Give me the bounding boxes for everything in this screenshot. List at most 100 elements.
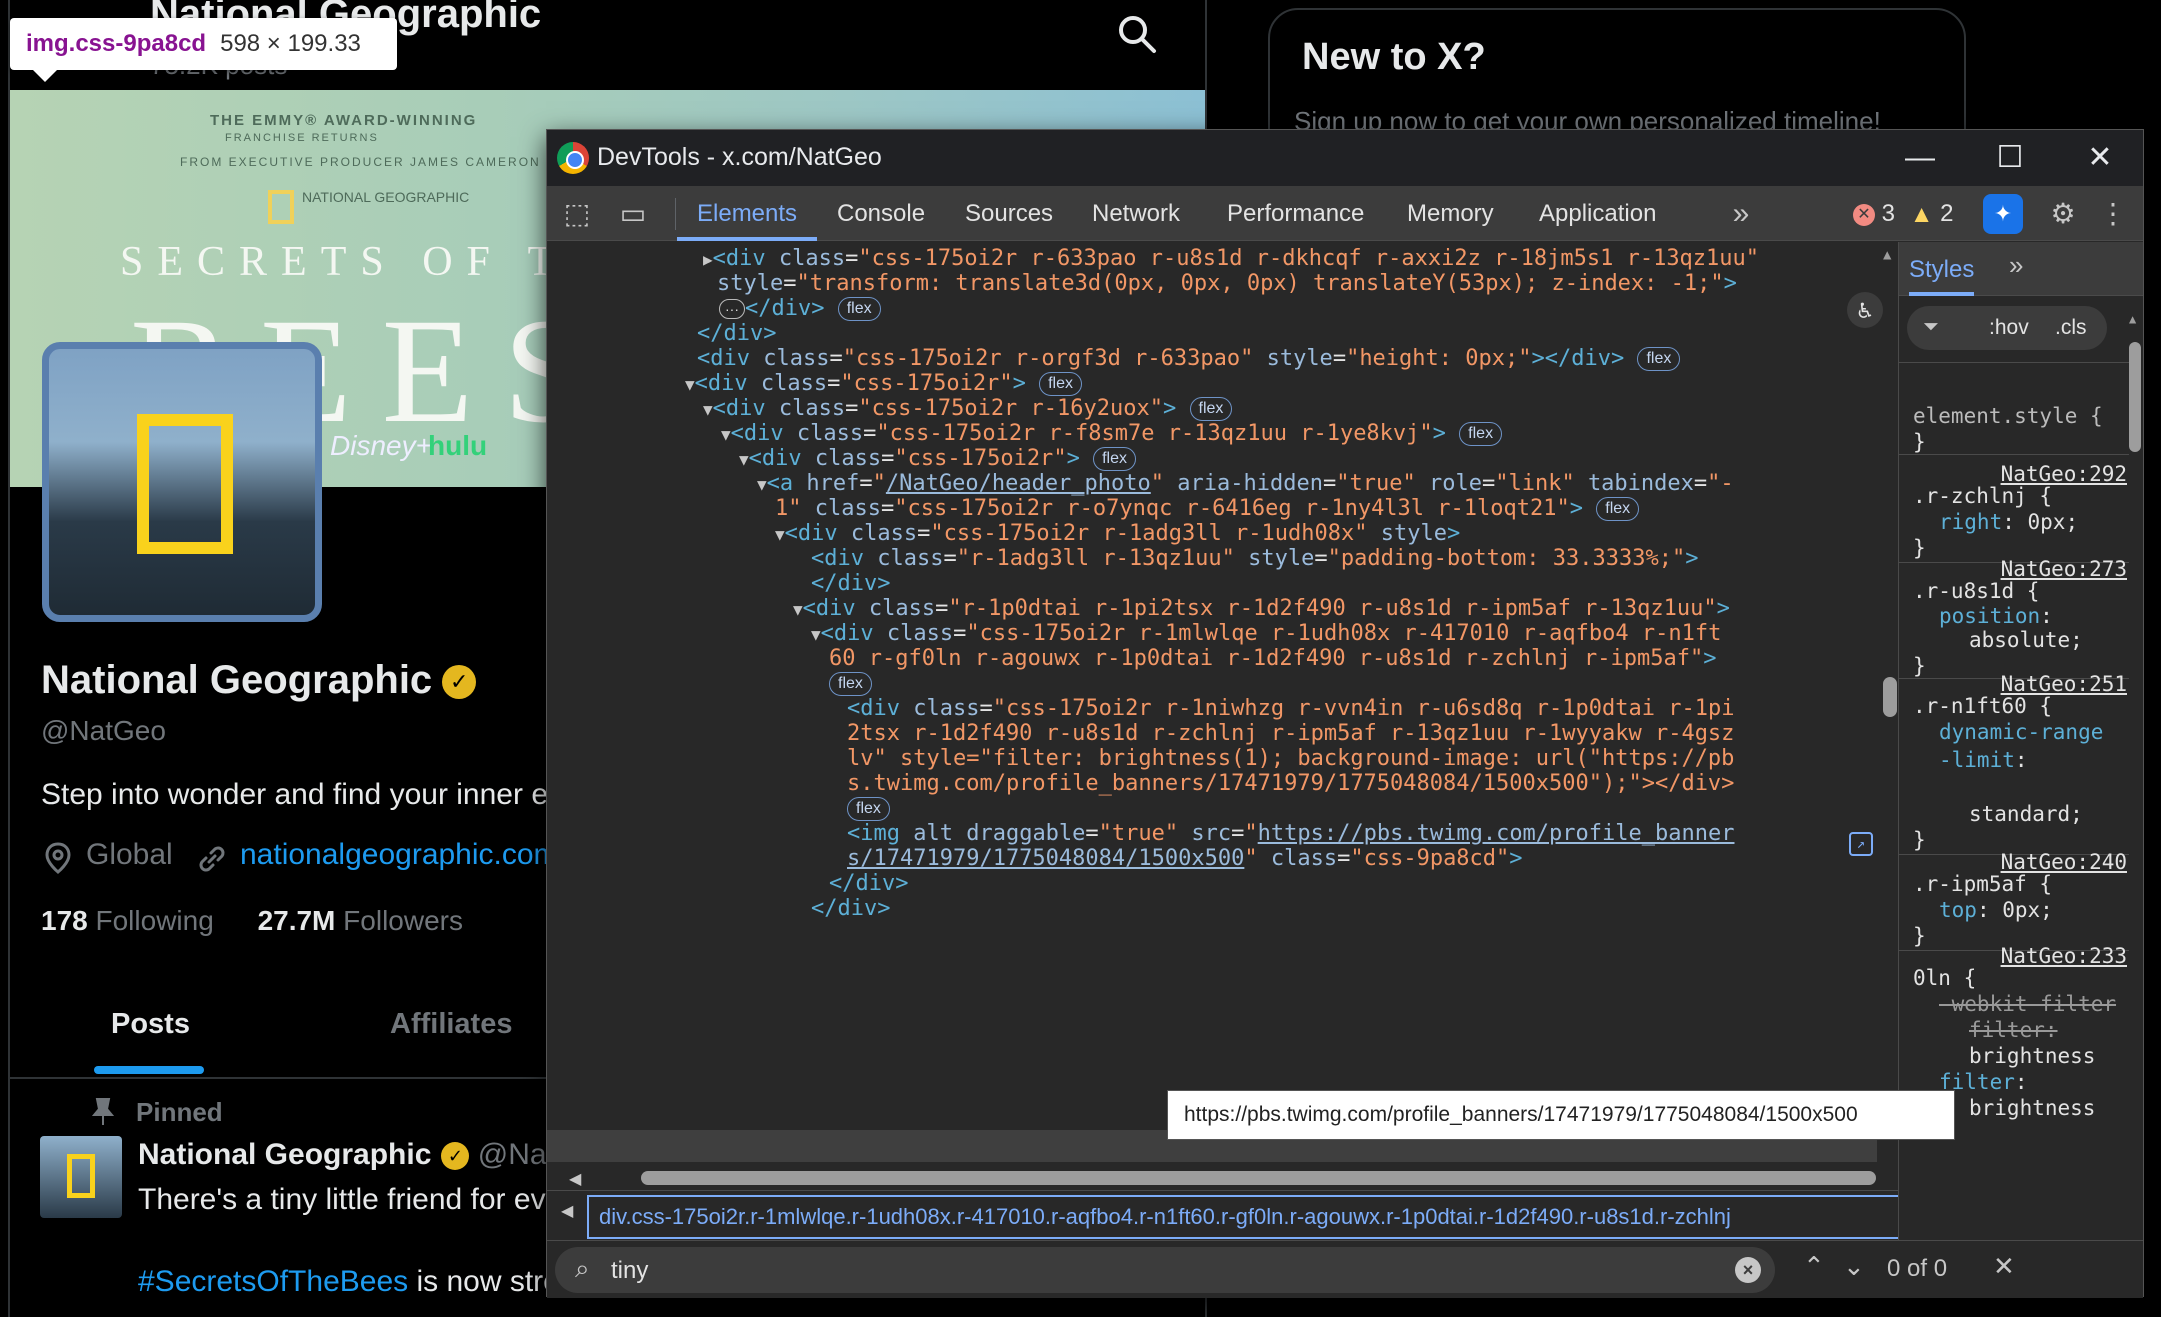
prop-value[interactable]: absolute; [1969,626,2083,654]
prop-name: right [1939,510,2003,534]
profile-website-link[interactable]: nationalgeographic.com [240,838,559,872]
ai-assistance-icon[interactable]: ✦ [1983,194,2023,234]
post-author-handle: @Na [477,1138,547,1171]
maximize-button[interactable]: ☐ [1965,130,2055,186]
tab-memory[interactable]: Memory [1407,186,1494,241]
rule-close: } [1913,828,1926,852]
more-options-icon[interactable]: ⋮ [2095,196,2131,232]
collapse-triangle-icon[interactable]: ▼ [703,400,713,419]
dom-node-close[interactable]: </div> [811,892,890,926]
followers-label: Followers [343,905,463,936]
rule-selector[interactable]: .r-n1ft60 { [1913,692,2052,720]
dom-node-cont[interactable]: 60 r-gf0ln r-agouwx r-1p0dtai r-1d2f490 … [829,642,1716,676]
minimize-button[interactable]: — [1875,130,1965,186]
scroll-left-arrow-icon[interactable]: ◀ [569,1169,581,1189]
collapse-triangle-icon[interactable]: ▼ [775,525,785,544]
rule-selector[interactable]: .r-ipm5af { [1913,870,2052,898]
dom-node[interactable]: <div class="r-1adg3ll r-13qz1uu" style="… [811,542,1699,576]
flex-badge[interactable]: flex [837,297,881,321]
rule-declaration[interactable]: dynamic-range-limit: [1939,718,2109,774]
clear-search-icon[interactable]: × [1735,1257,1761,1283]
scroll-up-arrow-icon[interactable]: ▲ [1883,247,1891,263]
find-input[interactable]: ⌕ tiny × [555,1247,1775,1293]
prop-value: 0px; [2027,510,2079,534]
accessibility-tree-icon[interactable]: ♿ [1847,292,1883,328]
prop-value[interactable]: brightness [1969,1094,2095,1122]
elements-tree[interactable]: ▶<div class="css-175oi2r r-633pao r-u8s1… [547,242,1947,1162]
dom-node-cont[interactable]: s.twimg.com/profile_banners/17471979/177… [847,767,1734,801]
banner-emmy-text: THE EMMY® AWARD-WINNING [210,112,478,129]
settings-gear-icon[interactable]: ⚙ [2045,196,2081,232]
rule-declaration[interactable]: top: 0px; [1939,896,2053,924]
verified-badge-icon[interactable]: ✓ [442,665,477,700]
prop-value[interactable]: standard; [1969,800,2083,828]
post-hashtag-link[interactable]: #SecretsOfTheBees [138,1265,408,1298]
close-window-button[interactable]: ✕ [2055,130,2145,186]
horizontal-scrollbar[interactable]: ◀ ▶ [569,1167,1944,1189]
tab-posts[interactable]: Posts [111,1008,190,1041]
prop-value[interactable]: brightness [1969,1042,2095,1070]
styles-scrollbar-thumb[interactable] [2129,342,2141,452]
flex-badge[interactable]: flex [1596,497,1640,521]
device-toolbar-icon[interactable]: ▭ [615,196,651,232]
tab-sources[interactable]: Sources [965,186,1053,241]
tab-styles[interactable]: Styles [1909,242,1975,296]
issues-counter[interactable]: ✕ 3 ▲ 2 [1853,200,1954,229]
profile-location: Global [86,838,173,871]
post-author[interactable]: National Geographic ✓ @Na [138,1138,547,1172]
collapse-triangle-icon[interactable]: ▼ [739,450,749,469]
attr-value: transform: translate3d(0px, 0px, 0px) tr… [809,271,1711,296]
search-match-count: 0 of 0 [1887,1255,1948,1282]
avatar[interactable] [42,342,322,622]
tab-console[interactable]: Console [837,186,925,241]
search-icon[interactable] [1115,12,1159,56]
collapse-triangle-icon[interactable]: ▼ [721,425,731,444]
new-to-x-title: New to X? [1302,36,1486,78]
more-tabs-chevron-icon[interactable]: » [1723,196,1759,232]
more-panes-chevron-icon[interactable]: » [2009,250,2023,281]
rule-selector[interactable]: .r-u8s1d { [1913,577,2039,605]
styles-scrollbar[interactable]: ▲ [2129,312,2141,1112]
vertical-scrollbar-thumb[interactable] [1883,677,1897,717]
tab-elements[interactable]: Elements [677,186,818,241]
breadcrumb[interactable]: div.css-175oi2r.r-1mlwlqe.r-1udh08x.r-41… [587,1195,1907,1239]
devtools-titlebar[interactable]: DevTools - x.com/NatGeo — ☐ ✕ [547,130,2143,186]
close-find-icon[interactable]: ✕ [1993,1251,2015,1282]
ellipsis-icon[interactable]: ··· [719,299,745,319]
horizontal-scrollbar-thumb[interactable] [641,1171,1876,1185]
scroll-up-arrow-icon[interactable]: ▲ [2129,312,2136,326]
flex-badge[interactable]: flex [1459,422,1503,446]
collapse-triangle-icon[interactable]: ▼ [685,375,695,394]
post-avatar[interactable] [40,1136,122,1218]
rule-declaration[interactable]: right: 0px; [1939,508,2078,536]
dom-node-cont[interactable]: s/17471979/1775048084/1500x500" class="c… [847,842,1523,876]
cls-toggle[interactable]: .cls [2055,316,2087,340]
banner-exec-text: FROM EXECUTIVE PRODUCER JAMES CAMERON [180,155,541,169]
profile-name: National Geographic ✓ [41,658,477,703]
following-link[interactable]: 178 Following [41,905,214,936]
rule-source-link[interactable]: NatGeo:233 [2001,944,2127,968]
styles-filter[interactable]: ⏷ :hov .cls [1907,306,2107,350]
reveal-node-icon[interactable]: ↗ [1849,832,1873,856]
search-previous-icon[interactable]: ⌃ [1803,1251,1825,1282]
collapse-triangle-icon[interactable]: ▼ [757,475,767,494]
flex-badge[interactable]: flex [1637,347,1681,371]
tab-performance[interactable]: Performance [1227,186,1364,241]
collapse-triangle-icon[interactable]: ▼ [793,600,803,619]
inspect-element-icon[interactable]: ⬚ [559,196,595,232]
prop-name: dynamic-range-limit [1939,720,2104,772]
hov-toggle[interactable]: :hov [1989,316,2029,340]
tab-application[interactable]: Application [1539,186,1656,241]
collapse-triangle-icon[interactable]: ▼ [811,625,821,644]
followers-link[interactable]: 27.7M Followers [258,905,463,936]
rule-selector[interactable]: .r-zchlnj { [1913,482,2052,510]
post-text: There's a tiny little friend for ev [138,1183,546,1216]
tab-affiliates[interactable]: Affiliates [390,1008,512,1041]
element-style-rule[interactable]: element.style { [1913,402,2103,430]
search-next-icon[interactable]: ⌄ [1843,1251,1865,1282]
rule-selector[interactable]: 0ln { [1913,964,1976,992]
breadcrumb-left-icon[interactable]: ◀ [561,1201,573,1221]
tab-network[interactable]: Network [1092,186,1180,241]
expand-triangle-icon[interactable]: ▶ [703,250,713,269]
overridden-declaration[interactable]: -webkit-filter [1939,990,2116,1018]
